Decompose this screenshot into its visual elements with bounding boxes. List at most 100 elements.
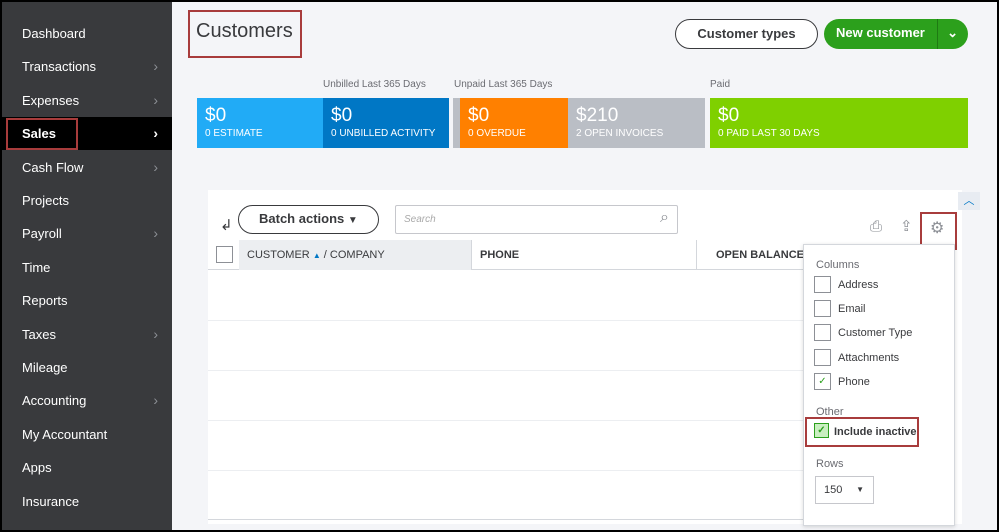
table-row — [208, 320, 804, 321]
paid-label: Paid — [710, 79, 731, 90]
collapse-up-icon[interactable]: ︿ — [958, 192, 980, 210]
sidebar-item-apps[interactable]: Apps — [2, 451, 172, 484]
tile-label: 0 ESTIMATE — [205, 128, 263, 139]
sort-up-icon: ▲ — [312, 251, 321, 260]
tile-value: $0 — [331, 105, 353, 126]
include-inactive-checkbox[interactable]: ✓ — [814, 423, 829, 438]
page-title: Customers — [196, 20, 293, 42]
sidebar-item-mileage[interactable]: Mileage — [2, 351, 172, 384]
table-row — [208, 370, 804, 371]
table-row — [208, 420, 804, 421]
sidebar-item-taxes[interactable]: Taxes › — [2, 318, 172, 351]
tile-label: 2 OPEN INVOICES — [576, 128, 664, 139]
chevron-right-icon: › — [153, 125, 158, 142]
tile-label: 0 UNBILLED ACTIVITY — [331, 128, 436, 139]
checkbox[interactable] — [814, 300, 831, 318]
column-option-email[interactable]: Email — [814, 300, 866, 318]
checkbox[interactable]: ✓ — [814, 372, 831, 390]
new-customer-button[interactable]: New customer ⌄ — [824, 19, 968, 49]
new-customer-label: New customer — [836, 25, 925, 40]
column-option-customer-type[interactable]: Customer Type — [814, 324, 912, 342]
column-option-label: Email — [838, 303, 866, 316]
table-row — [208, 470, 804, 471]
tile-value: $210 — [576, 105, 619, 126]
sidebar-item-label: My Accountant — [22, 426, 108, 442]
checkbox[interactable] — [814, 276, 831, 293]
summary-tile[interactable]: $0 0 PAID LAST 30 DAYS — [710, 98, 968, 148]
sidebar-item-accounting[interactable]: Accounting › — [2, 384, 172, 417]
summary-tile[interactable]: $0 0 OVERDUE — [460, 98, 572, 148]
sidebar-item-payroll[interactable]: Payroll › — [2, 217, 172, 250]
tile-value: $0 — [718, 105, 740, 126]
tile-value: $0 — [205, 105, 227, 126]
print-icon[interactable]: ⎙ — [870, 218, 882, 235]
sidebar-item-expenses[interactable]: Expenses › — [2, 84, 172, 117]
column-phone[interactable]: PHONE — [471, 240, 697, 270]
search-icon[interactable]: ⌕ — [660, 209, 669, 227]
customer-header: CUSTOMER — [247, 249, 310, 261]
summary-tile[interactable]: $0 0 UNBILLED ACTIVITY — [323, 98, 449, 148]
column-customer[interactable]: CUSTOMER ▲ / COMPANY — [239, 240, 471, 270]
column-option-label: Phone — [838, 375, 870, 388]
column-option-address[interactable]: Address — [814, 276, 878, 294]
include-inactive-option[interactable]: ✓ Include inactive — [814, 423, 917, 441]
sidebar-item-reports[interactable]: Reports — [2, 284, 172, 317]
sidebar-item-label: Transactions — [22, 59, 96, 75]
unbilled-label: Unbilled Last 365 Days — [323, 79, 426, 90]
chevron-down-icon[interactable]: ⌄ — [947, 19, 958, 47]
column-option-attachments[interactable]: Attachments — [814, 348, 900, 367]
customer-types-button[interactable]: Customer types — [675, 19, 818, 49]
sidebar-item-label: Reports — [22, 293, 68, 309]
summary-tile[interactable]: $210 2 OPEN INVOICES — [568, 98, 705, 148]
include-inactive-label: Include inactive — [834, 426, 917, 438]
column-open-balance[interactable]: OPEN BALANCE — [708, 240, 804, 270]
checkbox[interactable] — [814, 348, 831, 366]
sales-highlight — [6, 118, 78, 150]
chevron-right-icon: › — [153, 58, 158, 75]
chevron-right-icon: › — [153, 225, 158, 242]
caret-down-icon: ▼ — [347, 215, 358, 226]
tile-label: 0 OVERDUE — [468, 128, 526, 139]
unpaid-label: Unpaid Last 365 Days — [454, 79, 553, 90]
batch-actions-button[interactable]: Batch actions ▼ — [238, 205, 379, 234]
divider — [937, 19, 938, 49]
sidebar-item-dashboard[interactable]: Dashboard — [2, 17, 172, 50]
company-header: / COMPANY — [323, 249, 385, 261]
sidebar-item-label: Expenses — [22, 92, 80, 108]
tile-label: 0 PAID LAST 30 DAYS — [718, 128, 820, 139]
sidebar-item-cash-flow[interactable]: Cash Flow › — [2, 151, 172, 184]
caret-down-icon: ▼ — [856, 485, 864, 494]
app-window: Dashboard Transactions › Expenses › Sales › Cas… — [2, 2, 997, 530]
main-area: Customers Customer types New customer ⌄ U… — [172, 2, 997, 530]
chevron-right-icon: › — [153, 91, 158, 108]
sidebar-item-label: Taxes — [22, 326, 56, 342]
search-input[interactable]: Search ⌕ — [395, 205, 678, 234]
table-bottom — [208, 519, 804, 520]
columns-heading: Columns — [816, 259, 860, 271]
rows-select[interactable]: 150 ▼ — [815, 476, 874, 504]
select-all-checkbox[interactable] — [216, 246, 233, 263]
rows-value: 150 — [824, 484, 843, 496]
sidebar-item-my-accountant[interactable]: My Accountant — [2, 418, 172, 451]
sidebar-item-time[interactable]: Time — [2, 251, 172, 284]
sidebar-item-label: Payroll — [22, 226, 62, 242]
unpaid-bar-edge — [453, 98, 460, 148]
sidebar-item-insurance[interactable]: Insurance — [2, 485, 172, 518]
sidebar-item-label: Time — [22, 259, 51, 275]
checkbox[interactable] — [814, 324, 831, 342]
gear-icon[interactable]: ⚙ — [930, 218, 944, 238]
chevron-right-icon: › — [153, 158, 158, 175]
sidebar-item-label: Dashboard — [22, 26, 86, 41]
sidebar-item-label: Projects — [22, 193, 69, 208]
sidebar: Dashboard Transactions › Expenses › Sales › Cas… — [2, 2, 172, 530]
column-option-label: Attachments — [838, 351, 900, 364]
sidebar-item-label: Cash Flow — [22, 159, 84, 175]
sidebar-item-label: Mileage — [22, 360, 68, 375]
export-icon[interactable]: ⇪ — [900, 217, 913, 235]
summary-tile[interactable]: $0 0 ESTIMATE — [197, 98, 323, 148]
column-option-phone[interactable]: ✓ Phone — [814, 372, 870, 391]
sort-arrow-icon[interactable]: ↲ — [220, 216, 233, 234]
sidebar-item-projects[interactable]: Projects — [2, 184, 172, 217]
sidebar-item-transactions[interactable]: Transactions › — [2, 50, 172, 83]
table-header: CUSTOMER ▲ / COMPANY PHONE OPEN BALANCE — [208, 240, 804, 270]
